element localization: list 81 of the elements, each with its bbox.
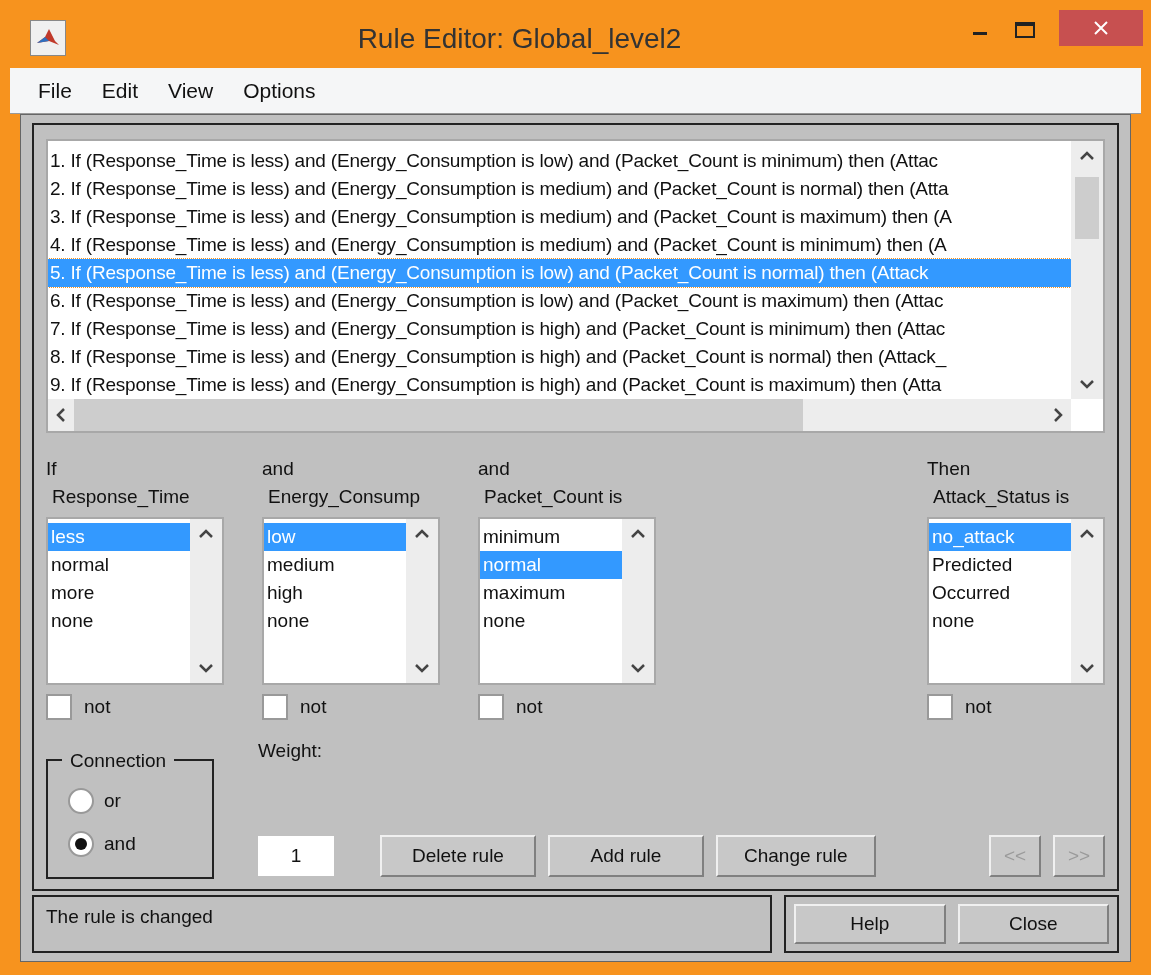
rule-list[interactable] (46, 138, 1105, 433)
radio-button[interactable] (68, 788, 94, 815)
checkbox[interactable] (927, 693, 953, 720)
scroll-right-icon[interactable] (1053, 406, 1063, 423)
checkbox-label: not (300, 694, 327, 719)
scrollbar[interactable] (190, 518, 222, 683)
scrollbar[interactable] (406, 518, 438, 683)
scroll-up-icon[interactable] (1079, 528, 1095, 539)
list-option[interactable]: none (264, 606, 406, 635)
menu-item[interactable]: Options (233, 74, 326, 107)
scrollbar[interactable] (48, 398, 1071, 431)
window-title: Rule Editor: Global_level2 (357, 22, 682, 56)
scroll-down-icon[interactable] (630, 662, 646, 673)
maximize-icon[interactable] (1015, 22, 1035, 38)
list-option[interactable]: maximum (480, 578, 622, 607)
scroll-up-icon[interactable] (630, 528, 646, 539)
list-option[interactable]: none (480, 606, 622, 635)
checkbox[interactable] (262, 693, 288, 720)
list-option[interactable]: normal (48, 550, 190, 579)
rule-item[interactable]: 2. If (Response_Time is less) and (Energy_Consumption is medium) and (Packet_Count is normal) then (Atta (48, 174, 1071, 203)
rule-item[interactable]: 7. If (Response_Time is less) and (Energy_Consumption is high) and (Packet_Count is minimum) then (Attac (48, 314, 1071, 343)
list-option[interactable]: none (48, 606, 190, 635)
button[interactable]: Help (794, 904, 946, 944)
scroll-down-icon[interactable] (1079, 378, 1095, 389)
option-list[interactable]: no_attack Predicted Occurred none (927, 516, 1105, 685)
list-option[interactable]: more (48, 578, 190, 607)
menu-item[interactable]: View (158, 74, 224, 107)
radio-button[interactable] (68, 830, 94, 857)
status-text: The rule is changed (46, 906, 213, 927)
list-option[interactable]: Occurred (929, 578, 1071, 607)
checkbox-label: not (516, 694, 543, 719)
connective-label: Then (927, 456, 972, 481)
list-option[interactable]: minimum (480, 522, 622, 551)
weight-label: Weight: (258, 739, 324, 763)
connective-label: and (478, 456, 511, 481)
checkbox-label: not (965, 694, 992, 719)
button[interactable]: Delete rule (380, 835, 536, 877)
button[interactable]: Add rule (548, 835, 704, 877)
checkbox[interactable] (46, 693, 72, 720)
app-icon (30, 20, 66, 56)
scroll-up-icon[interactable] (198, 528, 214, 539)
list-option[interactable]: Predicted (929, 550, 1071, 579)
checkbox-label: not (84, 694, 111, 719)
option-list[interactable]: low medium high none (262, 516, 440, 685)
list-option[interactable]: high (264, 578, 406, 607)
list-option[interactable]: medium (264, 550, 406, 579)
rule-item[interactable]: 8. If (Response_Time is less) and (Energy_Consumption is high) and (Packet_Count is normal) then (Attack_ (48, 342, 1071, 371)
scroll-down-icon[interactable] (1079, 662, 1095, 673)
checkbox[interactable] (478, 693, 504, 720)
button[interactable]: Change rule (716, 835, 876, 877)
scroll-up-icon[interactable] (1079, 150, 1095, 161)
rule-item[interactable]: 1. If (Response_Time is less) and (Energy_Consumption is low) and (Packet_Count is minimum) then (Attac (48, 146, 1071, 175)
rule-item[interactable]: 9. If (Response_Time is less) and (Energy_Consumption is high) and (Packet_Count is maximum) then (Atta (48, 370, 1071, 399)
option-list[interactable]: less normal more none (46, 516, 224, 685)
scrollbar-thumb[interactable] (1075, 176, 1099, 239)
rule-item[interactable]: 6. If (Response_Time is less) and (Energy_Consumption is low) and (Packet_Count is maximum) then (Attac (48, 286, 1071, 315)
radio-label: or (104, 789, 121, 813)
scroll-left-icon[interactable] (56, 406, 66, 423)
scroll-down-icon[interactable] (198, 662, 214, 673)
rule-item[interactable]: 4. If (Response_Time is less) and (Energy_Consumption is medium) and (Packet_Count is minimum) then (A (48, 230, 1071, 259)
scrollbar[interactable] (1071, 518, 1103, 683)
weight-field[interactable]: 1 (258, 836, 334, 876)
radio-label: and (104, 831, 136, 856)
connective-label: and (262, 456, 295, 481)
scrollbar[interactable] (622, 518, 654, 683)
variable-label: Response_Time (51, 484, 191, 510)
rule-item[interactable]: 3. If (Response_Time is less) and (Energy_Consumption is medium) and (Packet_Count is maximum) then (A (48, 202, 1071, 231)
variable-label: Attack_Status is (932, 484, 1071, 510)
option-list[interactable]: minimum normal maximum none (478, 516, 656, 685)
menu-item[interactable]: File (28, 74, 82, 107)
list-option[interactable]: none (929, 606, 1071, 635)
menu-item[interactable]: Edit (91, 74, 149, 107)
close-button[interactable] (1059, 10, 1143, 46)
scrollbar[interactable] (1071, 140, 1103, 399)
button[interactable]: Close (957, 904, 1109, 944)
variable-label: Packet_Count is (483, 484, 624, 510)
variable-label: Energy_Consump (267, 484, 422, 510)
scroll-down-icon[interactable] (414, 662, 430, 673)
scroll-up-icon[interactable] (414, 528, 430, 539)
connective-label: If (46, 456, 58, 481)
close-icon[interactable] (1094, 21, 1108, 35)
